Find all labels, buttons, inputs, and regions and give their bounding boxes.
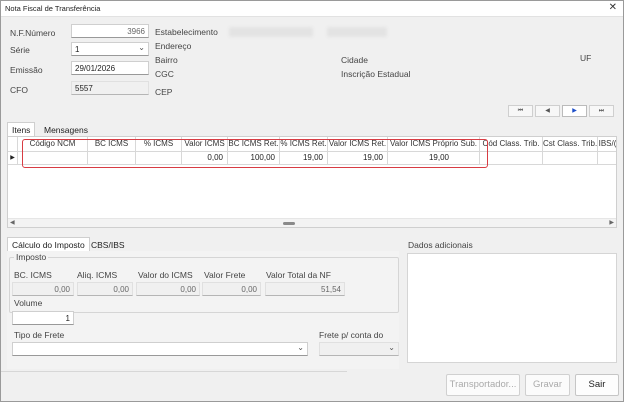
tab-calculo-do-imposto[interactable]: Cálculo do Imposto bbox=[7, 237, 90, 252]
col-cst-class-trib[interactable]: Cst Class. Trib. bbox=[543, 137, 598, 152]
endereco-label: Endereço bbox=[155, 41, 192, 51]
imposto-group-label: Imposto bbox=[14, 252, 49, 262]
chevron-down-icon: ⌄ bbox=[297, 343, 304, 352]
bottom-separator bbox=[1, 371, 347, 372]
valor-icms-value: 0,00 bbox=[180, 285, 196, 294]
tab-cbs-ibs[interactable]: CBS/IBS bbox=[87, 238, 129, 252]
tipo-frete-label: Tipo de Frete bbox=[14, 330, 65, 340]
close-icon[interactable]: ✕ bbox=[609, 2, 617, 13]
next-record-button[interactable]: ▶ bbox=[562, 105, 587, 117]
valor-icms-field[interactable]: 0,00 bbox=[136, 282, 200, 296]
volume-field[interactable]: 1 bbox=[12, 311, 74, 325]
scroll-right-icon[interactable]: ▶ bbox=[609, 219, 614, 226]
cfo-label: CFO bbox=[10, 85, 28, 95]
estabelecimento-value-redacted-2 bbox=[327, 27, 387, 37]
col-cod-class-trib[interactable]: Cód Class. Trib. bbox=[480, 137, 543, 152]
bc-icms-value: 0,00 bbox=[54, 285, 70, 294]
nf-numero-label: N.F.Número bbox=[10, 28, 56, 38]
valor-total-nf-field[interactable]: 51,54 bbox=[265, 282, 345, 296]
emissao-label: Emissão bbox=[10, 65, 43, 75]
inscricao-estadual-label: Inscrição Estadual bbox=[341, 69, 411, 79]
uf-label: UF bbox=[580, 53, 592, 63]
transportador-button[interactable]: Transportador... bbox=[446, 374, 520, 396]
cgc-label: CGC bbox=[155, 69, 174, 79]
estabelecimento-value-redacted bbox=[229, 27, 313, 37]
cep-label: CEP bbox=[155, 87, 173, 97]
first-record-button[interactable]: ⏮ bbox=[508, 105, 533, 117]
bc-icms-field[interactable]: 0,00 bbox=[12, 282, 74, 296]
row-header-corner bbox=[8, 137, 18, 152]
valor-total-nf-value: 51,54 bbox=[320, 285, 341, 294]
window: Nota Fiscal de Transferência ✕ N.F.Númer… bbox=[0, 0, 624, 402]
estabelecimento-label: Estabelecimento bbox=[155, 27, 218, 37]
serie-select[interactable]: 1 ⌄ bbox=[71, 42, 149, 56]
gravar-button[interactable]: Gravar bbox=[525, 374, 570, 396]
dados-adicionais-textarea[interactable] bbox=[407, 253, 617, 363]
chevron-down-icon: ⌄ bbox=[138, 43, 145, 52]
tab-mensagens[interactable]: Mensagens bbox=[40, 123, 92, 137]
valor-frete-value: 0,00 bbox=[241, 285, 257, 294]
sair-button[interactable]: Sair bbox=[575, 374, 619, 396]
frete-conta-label: Frete p/ conta do bbox=[319, 330, 384, 340]
scroll-left-icon[interactable]: ◀ bbox=[10, 219, 15, 226]
frete-conta-select[interactable]: ⌄ bbox=[319, 342, 399, 356]
last-icon: ⏭ bbox=[598, 108, 605, 114]
row-indicator-icon: ▶ bbox=[8, 152, 18, 165]
first-icon: ⏮ bbox=[517, 108, 524, 114]
valor-frete-label: Valor Frete bbox=[204, 270, 246, 280]
nf-numero-value: 3966 bbox=[127, 27, 145, 36]
volume-value: 1 bbox=[65, 314, 70, 323]
tab-itens[interactable]: Itens bbox=[7, 122, 36, 137]
window-title: Nota Fiscal de Transferência bbox=[5, 4, 101, 13]
horizontal-scrollbar[interactable]: ◀ ▶ bbox=[8, 218, 616, 227]
valor-icms-label: Valor do ICMS bbox=[138, 270, 193, 280]
chevron-down-icon: ⌄ bbox=[388, 343, 395, 352]
cfo-field[interactable]: 5557 bbox=[71, 81, 149, 95]
emissao-value: 29/01/2026 bbox=[75, 64, 116, 73]
highlight-box bbox=[22, 139, 488, 168]
serie-label: Série bbox=[10, 45, 30, 55]
col-ibs[interactable]: IBS/( bbox=[598, 137, 616, 152]
cell-cst-class-trib[interactable] bbox=[543, 152, 598, 165]
aliq-icms-field[interactable]: 0,00 bbox=[77, 282, 133, 296]
aliq-icms-label: Aliq. ICMS bbox=[77, 270, 118, 280]
bc-icms-label: BC. ICMS bbox=[14, 270, 52, 280]
title-bar: Nota Fiscal de Transferência ✕ bbox=[1, 1, 623, 17]
tipo-frete-select[interactable]: ⌄ bbox=[12, 342, 308, 356]
bairro-label: Bairro bbox=[155, 55, 178, 65]
aliq-icms-value: 0,00 bbox=[113, 285, 129, 294]
valor-frete-field[interactable]: 0,00 bbox=[202, 282, 261, 296]
items-grid: Código NCM BC ICMS % ICMS Valor ICMS BC … bbox=[7, 136, 617, 228]
nf-numero-field[interactable]: 3966 bbox=[71, 24, 149, 38]
volume-label: Volume bbox=[14, 298, 43, 308]
emissao-field[interactable]: 29/01/2026 bbox=[71, 61, 149, 75]
cell-cod-class-trib[interactable] bbox=[480, 152, 543, 165]
serie-value: 1 bbox=[75, 45, 80, 54]
dados-adicionais-label: Dados adicionais bbox=[408, 240, 473, 250]
scrollbar-thumb[interactable] bbox=[283, 222, 295, 225]
next-icon: ▶ bbox=[572, 108, 577, 114]
valor-total-nf-label: Valor Total da NF bbox=[266, 270, 331, 280]
last-record-button[interactable]: ⏭ bbox=[589, 105, 614, 117]
cidade-label: Cidade bbox=[341, 55, 368, 65]
previous-record-button[interactable]: ◀ bbox=[535, 105, 560, 117]
cell-ibs[interactable] bbox=[598, 152, 616, 165]
cfo-value: 5557 bbox=[75, 84, 93, 93]
previous-icon: ◀ bbox=[545, 108, 550, 114]
